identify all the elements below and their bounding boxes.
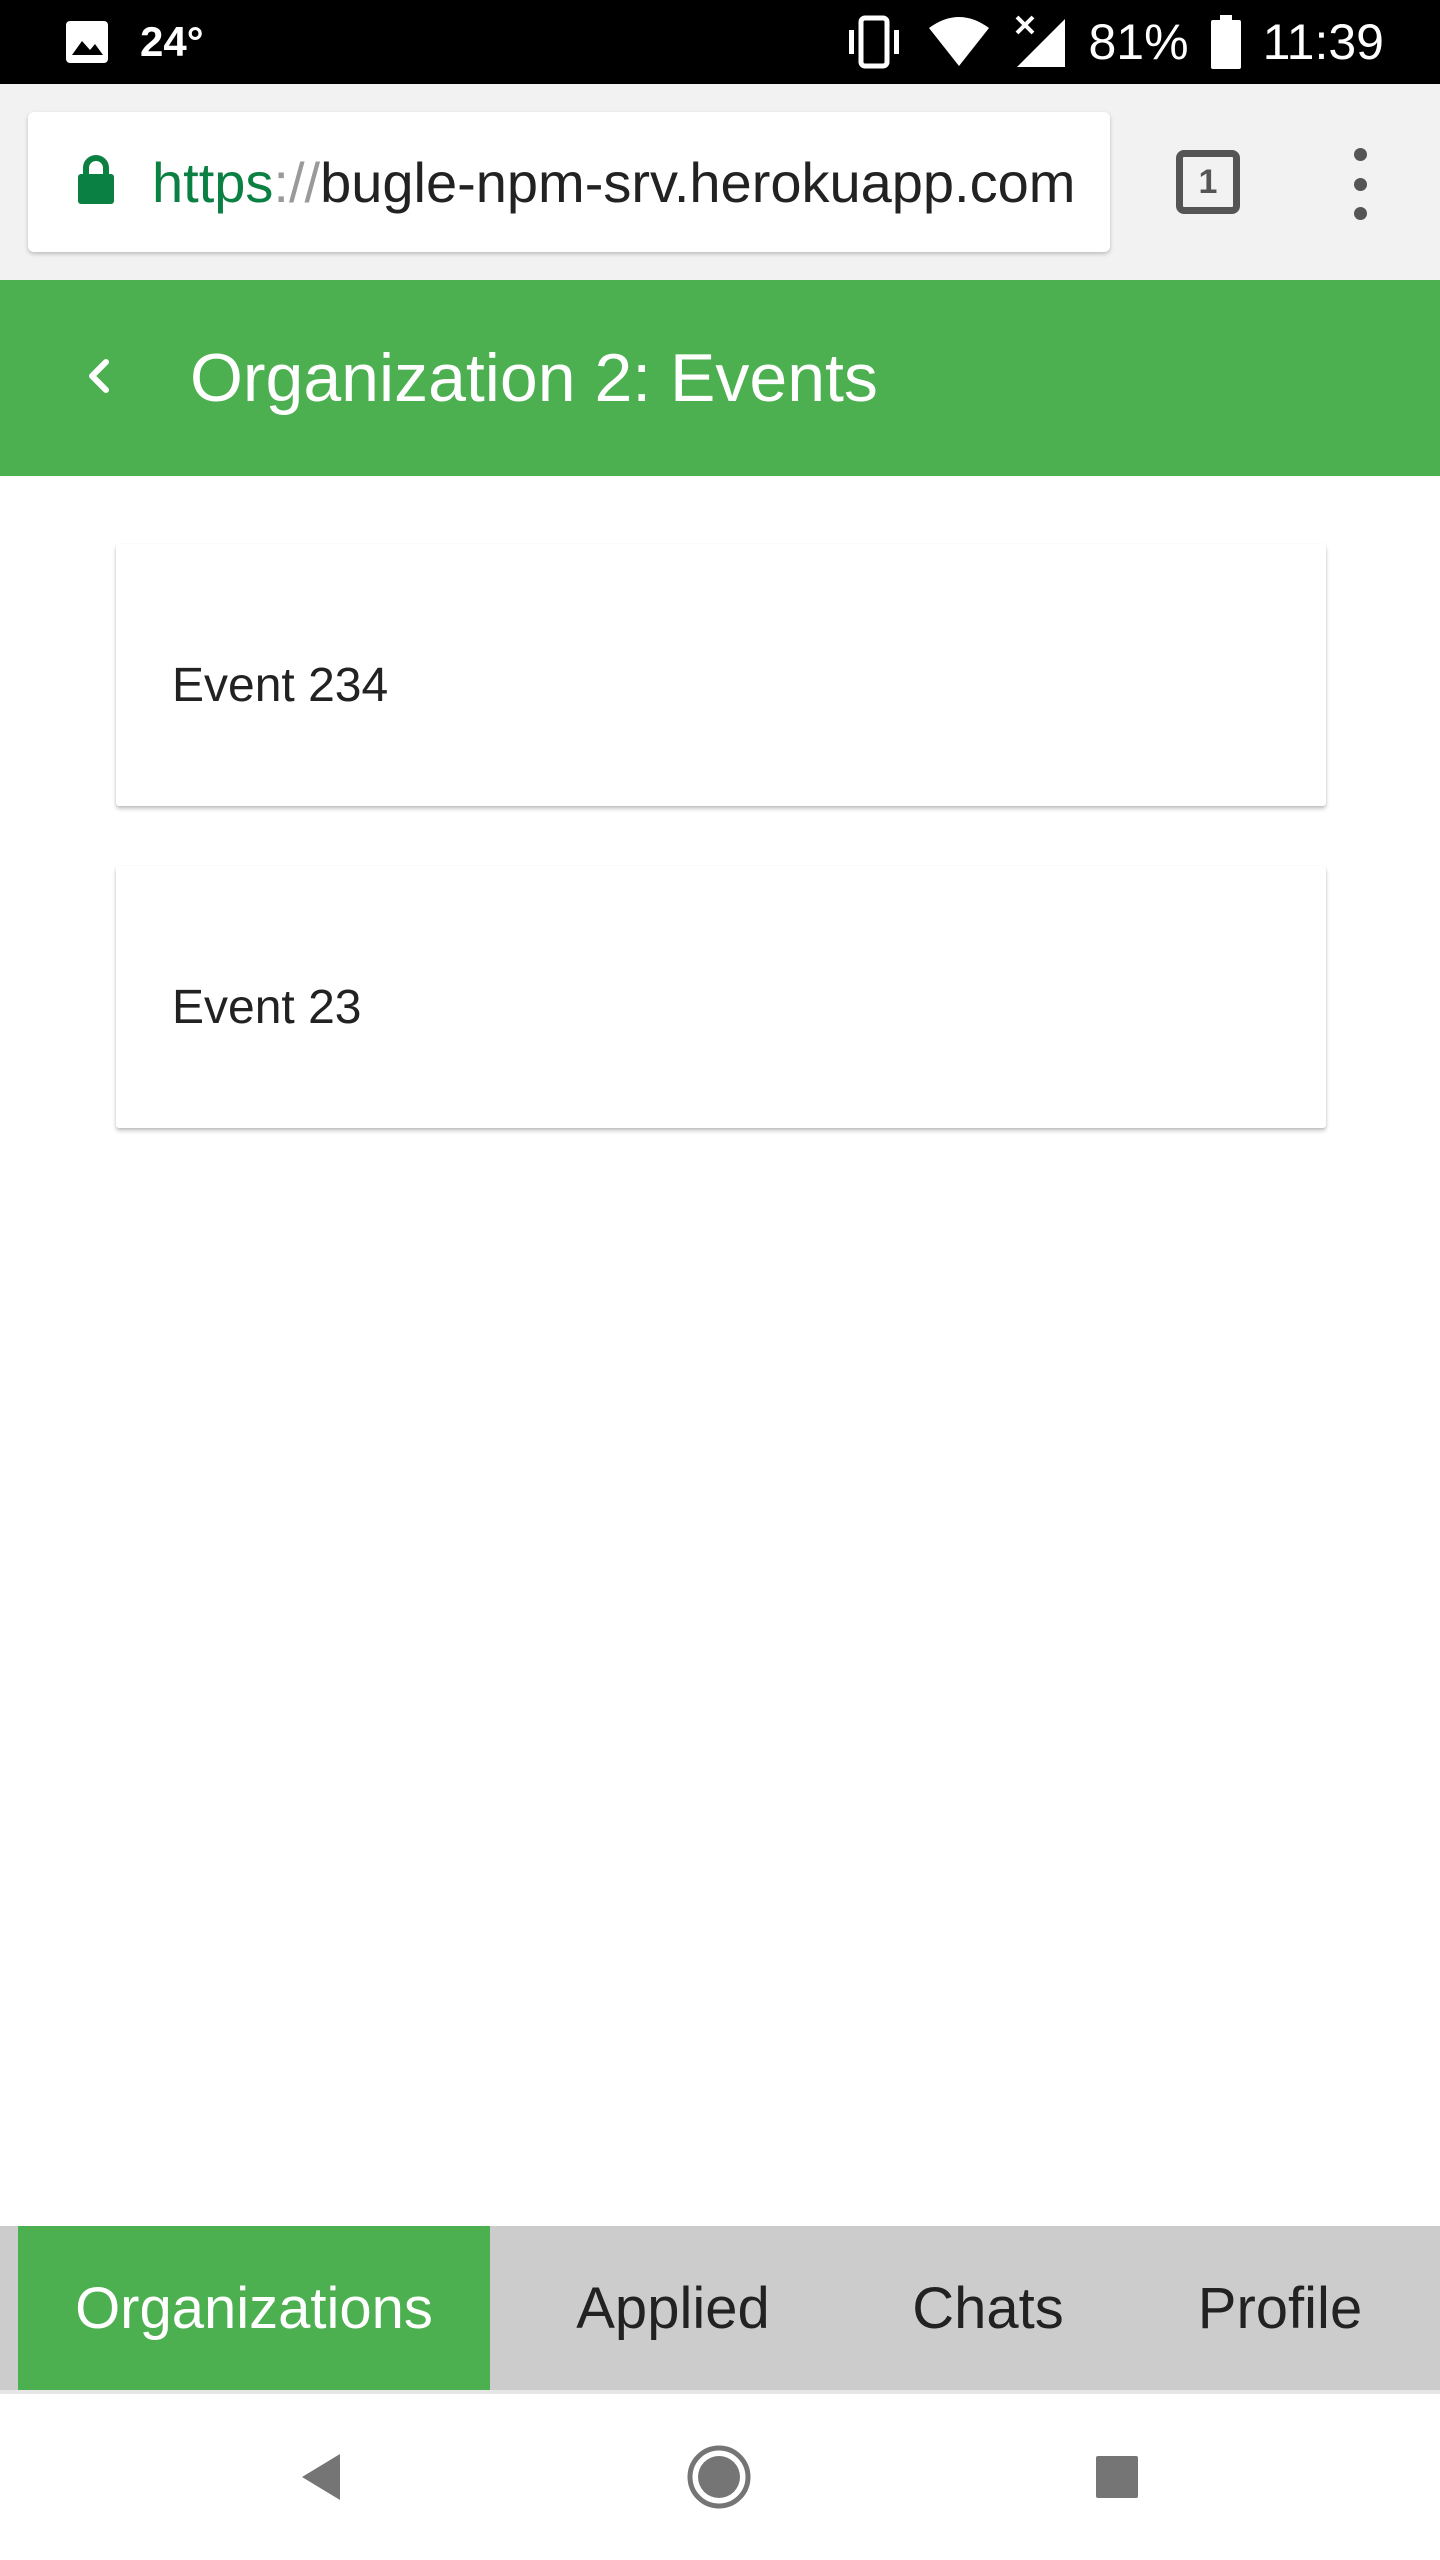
tab-organizations[interactable]: Organizations [18,2226,490,2390]
url-scheme: https [152,150,274,214]
event-name: Event 23 [172,981,362,1034]
tab-profile[interactable]: Profile [1120,2226,1440,2390]
wifi-icon [927,16,991,68]
clock-text: 11:39 [1262,14,1384,70]
lock-icon [76,154,124,210]
menu-dot [1353,148,1367,161]
status-bar: 24° 81% 11:39 [0,0,1440,84]
app-header: Organization 2: Events [0,280,1440,476]
browser-menu-button[interactable] [1340,148,1380,220]
address-bar[interactable]: https://bugle-npm-srv.herokuapp.com [28,112,1110,252]
tab-chats[interactable]: Chats [856,2226,1120,2390]
status-left: 24° [64,18,204,66]
url-text[interactable]: https://bugle-npm-srv.herokuapp.com [152,150,1075,215]
nav-recents-icon [1094,2454,1140,2505]
battery-percent: 81% [1088,14,1189,70]
back-button[interactable] [68,346,132,410]
menu-dot [1353,207,1367,220]
browser-toolbar: https://bugle-npm-srv.herokuapp.com 1 [0,84,1440,280]
temperature-text: 24° [140,18,204,65]
page-title: Organization 2: Events [190,340,878,416]
nav-back-icon [296,2450,346,2509]
image-icon [64,19,110,65]
chevron-left-icon [82,356,118,401]
event-card[interactable]: Event 23 [116,866,1326,1128]
status-right: 81% 11:39 [843,12,1384,72]
url-separator: :// [273,150,321,214]
nav-home-button[interactable] [684,2444,754,2514]
url-host: bugle-npm-srv.herokuapp.com [320,150,1076,214]
battery-icon [1210,15,1241,69]
tab-switcher-button[interactable]: 1 [1176,150,1240,214]
cell-signal-icon [1013,15,1067,69]
nav-home-icon [686,2444,752,2515]
menu-dot [1353,177,1367,191]
nav-back-button[interactable] [286,2444,356,2514]
event-list: Event 234 Event 23 [116,544,1326,1188]
bottom-tab-bar: Organizations Applied Chats Profile [0,2226,1440,2394]
tab-applied[interactable]: Applied [490,2226,856,2390]
event-card[interactable]: Event 234 [116,544,1326,806]
vibrate-icon [843,14,905,70]
system-nav-bar [0,2398,1440,2560]
event-name: Event 234 [172,659,389,712]
nav-recents-button[interactable] [1082,2444,1152,2514]
